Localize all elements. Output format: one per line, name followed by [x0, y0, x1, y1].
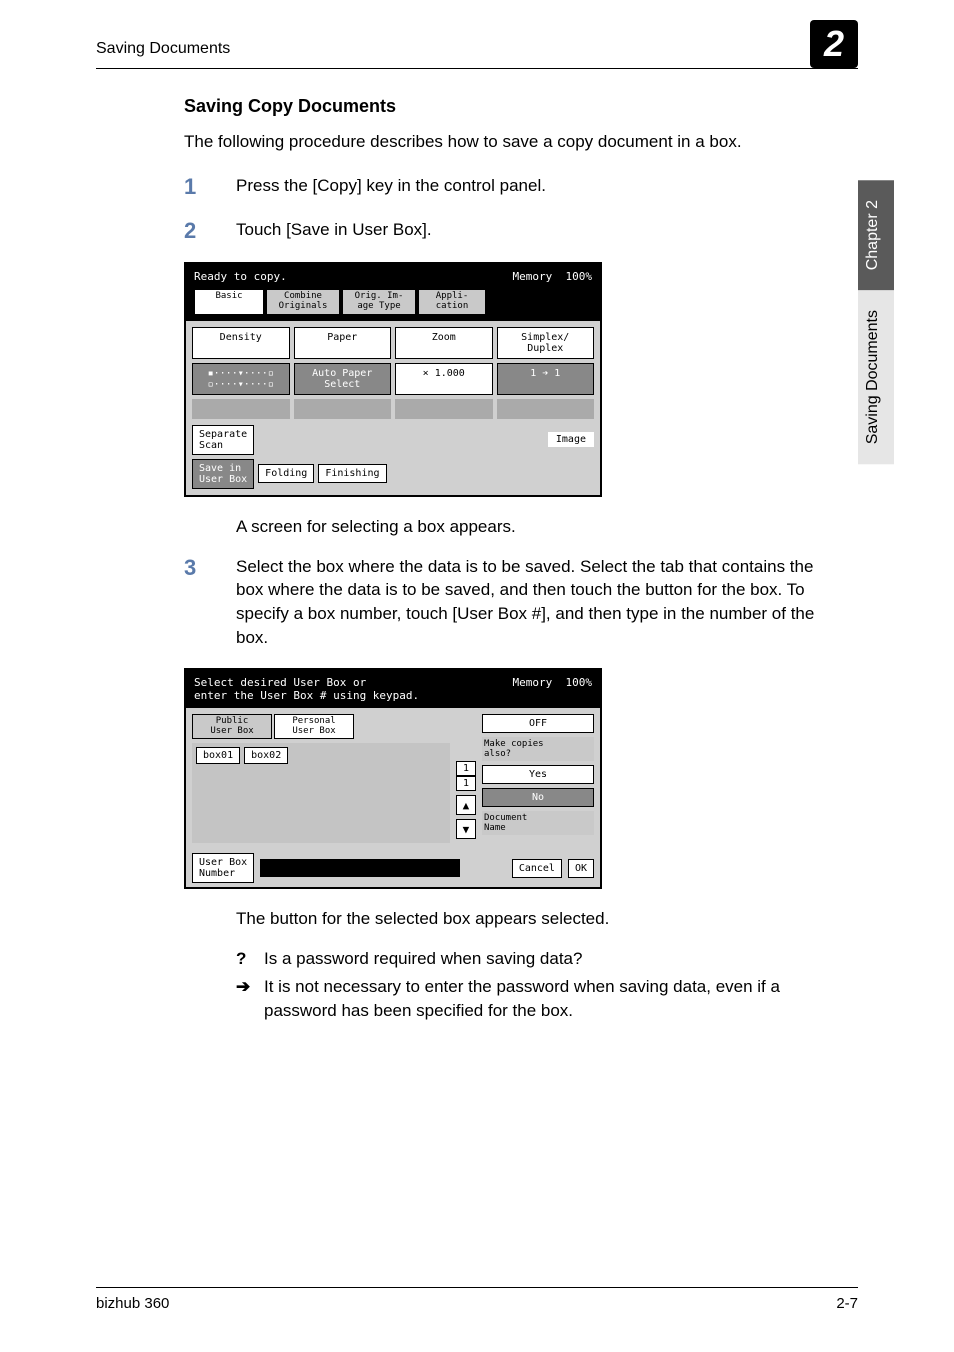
question-mark-icon: ?: [236, 947, 256, 971]
tab-public-user-box[interactable]: Public User Box: [192, 714, 272, 740]
section-heading: Saving Copy Documents: [184, 96, 824, 117]
memory-value: 100%: [566, 270, 593, 283]
side-tab-title: Saving Documents: [858, 290, 894, 464]
page-total: 1: [456, 776, 476, 791]
ok-button[interactable]: OK: [568, 859, 594, 878]
tab-combine-originals[interactable]: Combine Originals: [266, 289, 340, 315]
tab-application[interactable]: Appli- cation: [418, 289, 486, 315]
memory-label: Memory: [513, 676, 553, 689]
column-paper[interactable]: Paper: [294, 327, 392, 359]
tab-orig-image-type[interactable]: Orig. Im- age Type: [342, 289, 416, 315]
step-number: 3: [184, 555, 236, 581]
arrow-up-icon[interactable]: ▲: [456, 795, 476, 815]
chapter-number-badge: 2: [810, 20, 858, 68]
step-text: Press the [Copy] key in the control pane…: [236, 174, 824, 198]
arrow-right-icon: ➔: [236, 975, 256, 1023]
no-button[interactable]: No: [482, 788, 594, 807]
memory-label: Memory: [513, 270, 553, 283]
step-number: 1: [184, 174, 236, 200]
page-content: Saving Copy Documents The following proc…: [184, 96, 824, 1027]
zoom-value[interactable]: × 1.000: [395, 363, 493, 395]
status-text: Ready to copy.: [194, 270, 287, 283]
intro-paragraph: The following procedure describes how to…: [184, 131, 824, 154]
column-simplex-duplex[interactable]: Simplex/ Duplex: [497, 327, 595, 359]
arrow-down-icon[interactable]: ▼: [456, 819, 476, 839]
tab-personal-user-box[interactable]: Personal User Box: [274, 714, 354, 740]
save-in-user-box-button[interactable]: Save in User Box: [192, 459, 254, 489]
status-text-line2: enter the User Box # using keypad.: [194, 689, 419, 702]
status-text-line1: Select desired User Box or: [194, 676, 366, 689]
folding-button[interactable]: Folding: [258, 464, 314, 483]
finishing-button[interactable]: Finishing: [318, 464, 386, 483]
column-zoom[interactable]: Zoom: [395, 327, 493, 359]
footer-page-number: 2-7: [836, 1295, 858, 1312]
number-input-field[interactable]: [260, 859, 460, 877]
spacer: [395, 399, 493, 419]
auto-paper-select-button[interactable]: Auto Paper Select: [294, 363, 392, 395]
off-button[interactable]: OFF: [482, 714, 594, 733]
answer-text: It is not necessary to enter the passwor…: [264, 975, 824, 1023]
separate-scan-button[interactable]: Separate Scan: [192, 425, 254, 455]
density-slider[interactable]: ▪····▾····▫▫····▾····▫: [192, 363, 290, 395]
footer-model: bizhub 360: [96, 1295, 169, 1312]
image-label: Image: [548, 432, 594, 447]
yes-button[interactable]: Yes: [482, 765, 594, 784]
box02-button[interactable]: box02: [244, 747, 288, 764]
step-3: 3 Select the box where the data is to be…: [184, 555, 824, 650]
box01-button[interactable]: box01: [196, 747, 240, 764]
step-text: Touch [Save in User Box].: [236, 218, 824, 242]
box-select-screen-screenshot: Select desired User Box or enter the Use…: [184, 668, 602, 890]
document-name-button[interactable]: Document Name: [482, 811, 594, 835]
running-header-title: Saving Documents: [96, 40, 230, 58]
question-text: Is a password required when saving data?: [264, 947, 582, 971]
spacer: [192, 399, 290, 419]
step-number: 2: [184, 218, 236, 244]
column-density[interactable]: Density: [192, 327, 290, 359]
step-2: 2 Touch [Save in User Box].: [184, 218, 824, 244]
make-copies-label: Make copies also?: [482, 737, 594, 761]
step-1: 1 Press the [Copy] key in the control pa…: [184, 174, 824, 200]
duplex-value[interactable]: 1 ➔ 1: [497, 363, 595, 395]
cancel-button[interactable]: Cancel: [512, 859, 562, 878]
spacer: [497, 399, 595, 419]
memory-value: 100%: [566, 676, 593, 689]
copy-screen-screenshot: Ready to copy. Memory 100% Basic Combine…: [184, 262, 602, 497]
spacer: [294, 399, 392, 419]
side-tab-chapter: Chapter 2: [858, 180, 894, 290]
question-row: ? Is a password required when saving dat…: [236, 947, 824, 971]
answer-row: ➔ It is not necessary to enter the passw…: [236, 975, 824, 1023]
step-text: Select the box where the data is to be s…: [236, 555, 824, 650]
footer-rule: [96, 1287, 858, 1288]
user-box-number-button[interactable]: User Box Number: [192, 853, 254, 883]
tab-basic[interactable]: Basic: [194, 289, 264, 315]
header-rule: [96, 68, 858, 69]
page-current: 1: [456, 761, 476, 776]
side-tab: Chapter 2 Saving Documents: [858, 180, 894, 600]
step-2-result-text: A screen for selecting a box appears.: [236, 515, 824, 539]
step-3-result-text: The button for the selected box appears …: [236, 907, 824, 931]
